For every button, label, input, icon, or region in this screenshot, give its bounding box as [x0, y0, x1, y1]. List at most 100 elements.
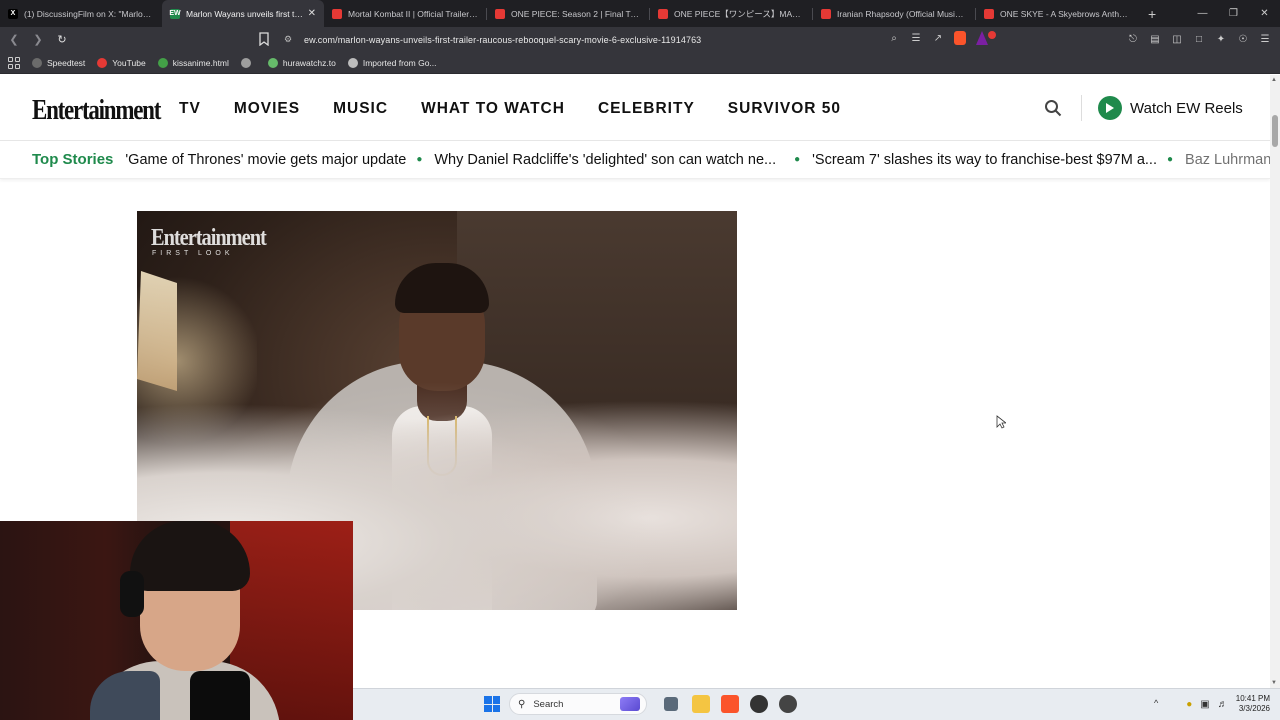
- tab-favicon-icon: EW: [169, 8, 181, 19]
- rewards-badge: [988, 31, 996, 39]
- url-text[interactable]: ew.com/marlon-wayans-unveils-first-trail…: [304, 35, 701, 45]
- brave-shields-icon[interactable]: [954, 31, 966, 45]
- minimize-button[interactable]: —: [1187, 0, 1218, 27]
- window-controls: — ❐ ✕: [1187, 0, 1280, 27]
- webcam-overlay: [0, 521, 353, 720]
- share-icon[interactable]: ↗: [932, 31, 944, 45]
- bookmark-item[interactable]: YouTube: [97, 57, 146, 68]
- new-tab-button[interactable]: +: [1148, 6, 1156, 22]
- top-story-link[interactable]: 'Game of Thrones' movie gets major updat…: [125, 152, 406, 168]
- browser-tab[interactable]: ONE SKYE - A Skyebrows Anthem (O...: [976, 0, 1138, 27]
- network-icon[interactable]: ▣: [1200, 699, 1209, 710]
- main-nav: TV MOVIES MUSIC WHAT TO WATCH CELEBRITY …: [179, 100, 841, 118]
- taskbar-search-label: Search: [533, 698, 564, 710]
- tab-title: ONE PIECE: Season 2 | Final Trailer | N: [511, 8, 641, 19]
- wallet-icon[interactable]: ▤: [1148, 32, 1162, 46]
- top-story-link[interactable]: Why Daniel Radcliffe's 'delighted' son c…: [434, 152, 776, 168]
- tab-favicon-icon: [821, 8, 831, 19]
- bookmark-favicon-icon: [240, 57, 251, 68]
- tab-favicon-icon: [332, 8, 342, 19]
- forward-button[interactable]: ❯: [28, 30, 48, 50]
- bookmark-item[interactable]: Speedtest: [32, 57, 86, 68]
- tab-title: ONE SKYE - A Skyebrows Anthem (O...: [1000, 8, 1130, 19]
- browser-tab[interactable]: ONE PIECE【ワンピース】MARINEFORD:: [650, 0, 812, 27]
- top-stories-bar: Top Stories 'Game of Thrones' movie gets…: [0, 141, 1270, 179]
- brave-rewards-icon[interactable]: [976, 31, 988, 45]
- address-bar: ❮ ❯ ↻ ⚙ ew.com/marlon-wayans-unveils-fir…: [0, 27, 1280, 52]
- clock[interactable]: 10:41 PM 3/3/2026: [1236, 694, 1270, 714]
- top-story-link[interactable]: 'Scream 7' slashes its way to franchise-…: [812, 152, 1157, 168]
- tab-title: Marlon Wayans unveils first trail...: [186, 8, 304, 19]
- bookmark-label: YouTube: [112, 57, 146, 68]
- watch-reels-label: Watch EW Reels: [1130, 99, 1243, 117]
- extensions-icon[interactable]: ⎋: [1126, 32, 1140, 46]
- search-icon[interactable]: [1044, 99, 1062, 117]
- browser-tab[interactable]: Iranian Rhapsody (Official Music Vide: [813, 0, 975, 27]
- bookmark-item[interactable]: [240, 57, 256, 68]
- tray-overflow-icon[interactable]: ^: [1154, 698, 1158, 708]
- media-player-icon[interactable]: [779, 695, 797, 713]
- obs-icon[interactable]: [750, 695, 768, 713]
- tab-title: (1) DiscussingFilm on X: "Marlon Wa...: [24, 8, 154, 19]
- scroll-thumb[interactable]: [1272, 115, 1278, 147]
- scroll-up-icon[interactable]: ▲: [1271, 77, 1277, 83]
- nav-what-to-watch[interactable]: WHAT TO WATCH: [421, 100, 565, 118]
- header-divider: [1081, 95, 1082, 121]
- bookmarks-bar: Speedtest YouTube kissanime.html hurawatchz…: [0, 52, 1280, 74]
- restore-button[interactable]: ❐: [1218, 0, 1249, 27]
- site-info-icon[interactable]: ⚙: [282, 34, 294, 46]
- tab-search-icon[interactable]: □: [1192, 32, 1206, 46]
- bookmark-label: kissanime.html: [172, 57, 229, 68]
- browser-tab[interactable]: ONE PIECE: Season 2 | Final Trailer | N: [487, 0, 649, 27]
- vpn-icon[interactable]: ☉: [1236, 32, 1250, 46]
- task-view-icon[interactable]: [664, 697, 678, 711]
- watch-reels-button[interactable]: Watch EW Reels: [1098, 96, 1243, 120]
- bookmark-item[interactable]: Imported from Go...: [347, 57, 437, 68]
- tab-favicon-icon: [984, 8, 994, 19]
- page-scrollbar[interactable]: ▲ ▼: [1270, 75, 1280, 688]
- microphone-tray-icon[interactable]: ●: [1186, 699, 1192, 710]
- leo-ai-icon[interactable]: ✦: [1214, 32, 1228, 46]
- bookmark-item[interactable]: kissanime.html: [157, 57, 229, 68]
- browser-tab[interactable]: Mortal Kombat II | Official Trailer II -: [324, 0, 486, 27]
- tab-title: Mortal Kombat II | Official Trailer II -: [348, 8, 478, 19]
- bookmark-icon[interactable]: [258, 32, 270, 46]
- bookmark-favicon-icon: [157, 57, 168, 68]
- reload-button[interactable]: ↻: [52, 30, 72, 50]
- browser-tab[interactable]: X (1) DiscussingFilm on X: "Marlon Wa...: [0, 0, 162, 27]
- close-window-button[interactable]: ✕: [1249, 0, 1280, 27]
- clock-date: 3/3/2026: [1238, 704, 1270, 713]
- bookmark-label: hurawatchz.to: [282, 57, 336, 68]
- nav-celebrity[interactable]: CELEBRITY: [598, 100, 695, 118]
- nav-movies[interactable]: MOVIES: [234, 100, 300, 118]
- bookmark-favicon-icon: [347, 57, 358, 68]
- menu-icon[interactable]: ☰: [1258, 32, 1272, 46]
- zoom-icon[interactable]: ⌕: [888, 31, 900, 45]
- file-explorer-icon[interactable]: [692, 695, 710, 713]
- mouse-cursor-icon: [996, 415, 1006, 429]
- taskbar-search[interactable]: ⚲ Search: [509, 693, 647, 715]
- close-tab-icon[interactable]: ✕: [308, 8, 316, 19]
- browser-tab[interactable]: EW Marlon Wayans unveils first trail... ✕: [162, 0, 324, 27]
- tab-title: ONE PIECE【ワンピース】MARINEFORD:: [674, 8, 804, 19]
- nav-survivor-50[interactable]: SURVIVOR 50: [728, 100, 841, 118]
- reader-mode-icon[interactable]: ☰: [910, 31, 922, 45]
- lamp-shade: [137, 271, 177, 391]
- first-look-label: FIRST LOOK: [152, 250, 234, 257]
- bookmark-favicon-icon: [267, 57, 278, 68]
- volume-icon[interactable]: ♬: [1218, 699, 1228, 710]
- back-button[interactable]: ❮: [4, 30, 24, 50]
- bookmark-label: Speedtest: [47, 57, 86, 68]
- top-story-link[interactable]: Baz Luhrman: [1185, 152, 1270, 168]
- bookmark-item[interactable]: hurawatchz.to: [267, 57, 336, 68]
- brave-browser-icon[interactable]: [721, 695, 739, 713]
- sidebar-icon[interactable]: ◫: [1170, 32, 1184, 46]
- search-highlight-icon: [620, 697, 640, 711]
- nav-music[interactable]: MUSIC: [333, 100, 388, 118]
- windows-taskbar: ⚲ Search ^ ● ▣ ♬ 10:41 PM 3/3/2026: [353, 688, 1280, 720]
- nav-tv[interactable]: TV: [179, 100, 201, 118]
- scroll-down-icon[interactable]: ▼: [1271, 680, 1277, 686]
- windows-start-icon[interactable]: [484, 696, 500, 712]
- ew-logo[interactable]: Entertainment: [32, 95, 161, 127]
- apps-icon[interactable]: [8, 56, 20, 69]
